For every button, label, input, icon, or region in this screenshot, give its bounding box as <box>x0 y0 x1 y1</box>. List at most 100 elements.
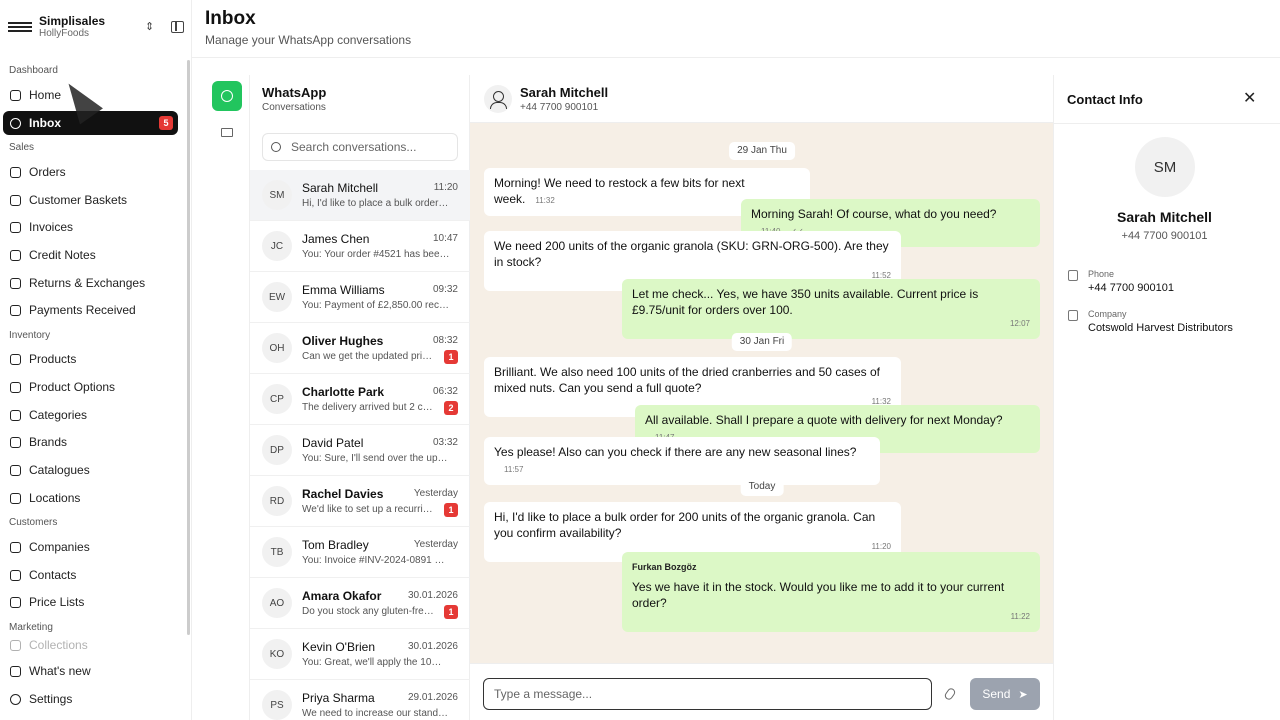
conversation-preview: You: Invoice #INV-2024-0891 has been sen… <box>302 555 450 566</box>
sidebar-item-baskets[interactable]: Customer Baskets <box>3 188 178 212</box>
sidebar-scrollbar[interactable] <box>187 60 190 635</box>
avatar: AO <box>262 588 292 618</box>
avatar: SM <box>1135 137 1195 197</box>
conversation-name: Amara Okafor <box>302 589 382 603</box>
exchange-icon <box>10 277 21 289</box>
payment-icon <box>10 304 21 316</box>
chevron-updown-icon[interactable]: ⇕ <box>145 20 154 33</box>
conversation-preview: We need to increase our standing order <box>302 708 450 719</box>
channel-rail <box>206 75 250 720</box>
sidebar-toggle-icon[interactable] <box>171 21 184 33</box>
conversation-time: 29.01.2026 <box>407 692 458 703</box>
categories-icon <box>10 409 21 421</box>
unread-badge: 1 <box>444 605 458 619</box>
section-inventory: Inventory <box>9 330 51 341</box>
conversation-item[interactable]: OH Oliver Hughes 08:32 Can we get the up… <box>250 323 470 374</box>
sidebar-item-companies[interactable]: Companies <box>3 535 178 559</box>
unread-badge: 2 <box>444 401 458 415</box>
org-name: HollyFoods <box>39 28 90 39</box>
conversation-time: 10:47 <box>432 233 458 244</box>
conversation-preview: Can we get the updated price list? <box>302 351 436 362</box>
conversation-name: Priya Sharma <box>302 691 375 705</box>
sidebar-item-returns[interactable]: Returns & Exchanges <box>3 271 178 295</box>
org-switcher[interactable]: Simplisales HollyFoods ⇕ <box>8 12 186 42</box>
sidebar-item-settings[interactable]: Settings <box>3 687 178 711</box>
conversation-time: Yesterday <box>413 488 458 499</box>
conversation-preview: Hi, I'd like to place a bulk order for 2… <box>302 198 450 209</box>
invoice-icon <box>10 221 21 233</box>
conversation-item[interactable]: PS Priya Sharma 29.01.2026 We need to in… <box>250 680 470 720</box>
sidebar-item-contacts[interactable]: Contacts <box>3 563 178 587</box>
sidebar-item-credit-notes[interactable]: Credit Notes <box>3 243 178 267</box>
conversation-item[interactable]: RD Rachel Davies Yesterday We'd like to … <box>250 476 470 527</box>
contact-info-title: Contact Info <box>1067 92 1143 107</box>
conversation-time: 09:32 <box>432 284 458 295</box>
conversation-list: SM Sarah Mitchell 11:20 Hi, I'd like to … <box>250 170 470 720</box>
composer: Send➤ <box>470 663 1053 720</box>
conversation-item[interactable]: CP Charlotte Park 06:32 The delivery arr… <box>250 374 470 425</box>
sidebar-item-locations[interactable]: Locations <box>3 486 178 510</box>
conversation-item[interactable]: TB Tom Bradley Yesterday You: Invoice #I… <box>250 527 470 578</box>
options-icon <box>10 381 21 393</box>
message-input[interactable] <box>483 678 932 710</box>
chat-icon <box>10 117 21 129</box>
message-outgoing: Furkan Bozgöz Yes we have it in the stoc… <box>622 552 1040 632</box>
avatar: CP <box>262 384 292 414</box>
avatar: TB <box>262 537 292 567</box>
conversation-item[interactable]: EW Emma Williams 09:32 You: Payment of £… <box>250 272 470 323</box>
conversation-panel: WhatsApp Conversations SM Sarah Mitchell… <box>250 75 470 720</box>
news-icon <box>10 665 21 677</box>
sidebar-item-collections[interactable]: Collections <box>3 639 178 651</box>
avatar: EW <box>262 282 292 312</box>
conversation-item[interactable]: DP David Patel 03:32 You: Sure, I'll sen… <box>250 425 470 476</box>
conversation-preview: You: Sure, I'll send over the updated in… <box>302 453 450 464</box>
avatar: OH <box>262 333 292 363</box>
conversation-item[interactable]: AO Amara Okafor 30.01.2026 Do you stock … <box>250 578 470 629</box>
whatsapp-channel-button[interactable] <box>212 81 242 111</box>
avatar: SM <box>262 180 292 210</box>
contact-info-panel: Contact Info ✕ SM Sarah Mitchell +44 770… <box>1053 75 1280 720</box>
conversation-item[interactable]: KO Kevin O'Brien 30.01.2026 You: Great, … <box>250 629 470 680</box>
close-icon[interactable]: ✕ <box>1243 88 1256 108</box>
send-button[interactable]: Send ➤ <box>970 678 1040 710</box>
sidebar-item-price-lists[interactable]: Price Lists <box>3 590 178 614</box>
sidebar-item-payments[interactable]: Payments Received <box>3 298 178 322</box>
section-marketing: Marketing <box>9 622 53 633</box>
date-separator: 29 Jan Thu <box>729 142 795 160</box>
gear-icon <box>10 693 21 705</box>
avatar: PS <box>262 690 292 720</box>
sidebar-item-products[interactable]: Products <box>3 347 178 371</box>
sidebar-item-whats-new[interactable]: What's new <box>3 659 178 683</box>
date-separator: Today <box>740 478 784 496</box>
chat-contact-name: Sarah Mitchell <box>520 85 609 100</box>
date-separator: 30 Jan Fri <box>731 333 793 351</box>
sidebar-item-catalogues[interactable]: Catalogues <box>3 458 178 482</box>
conversation-item[interactable]: JC James Chen 10:47 You: Your order #452… <box>250 221 470 272</box>
company-value: Cotswold Harvest Distributors <box>1088 322 1233 334</box>
sidebar-item-product-options[interactable]: Product Options <box>3 375 178 399</box>
contact-phone: +44 7700 900101 <box>1121 230 1208 242</box>
paperclip-icon[interactable] <box>943 686 957 702</box>
conversation-preview: You: Great, we'll apply the 10% discount <box>302 657 450 668</box>
section-sales: Sales <box>9 142 35 153</box>
conversation-name: James Chen <box>302 232 370 246</box>
contact-name: Sarah Mitchell <box>1117 209 1212 225</box>
phone-value: +44 7700 900101 <box>1088 282 1174 294</box>
sidebar-item-orders[interactable]: Orders <box>3 160 178 184</box>
search-input[interactable] <box>291 140 451 154</box>
search-box <box>262 133 458 161</box>
conversation-time: 08:32 <box>432 335 458 346</box>
conversation-panel-title: WhatsApp <box>262 85 327 100</box>
conversation-name: Tom Bradley <box>302 538 369 552</box>
unread-badge: 1 <box>444 503 458 517</box>
sidebar-item-invoices[interactable]: Invoices <box>3 215 178 239</box>
conversation-preview: You: Your order #4521 has been dispatche… <box>302 249 450 260</box>
conversation-item[interactable]: SM Sarah Mitchell 11:20 Hi, I'd like to … <box>250 170 470 221</box>
conversation-time: Yesterday <box>413 539 458 550</box>
conversation-name: Kevin O'Brien <box>302 640 375 654</box>
sidebar-item-brands[interactable]: Brands <box>3 430 178 454</box>
conversation-time: 06:32 <box>432 386 458 397</box>
mail-icon[interactable] <box>221 128 233 137</box>
phone-icon <box>1068 270 1078 281</box>
sidebar-item-categories[interactable]: Categories <box>3 403 178 427</box>
